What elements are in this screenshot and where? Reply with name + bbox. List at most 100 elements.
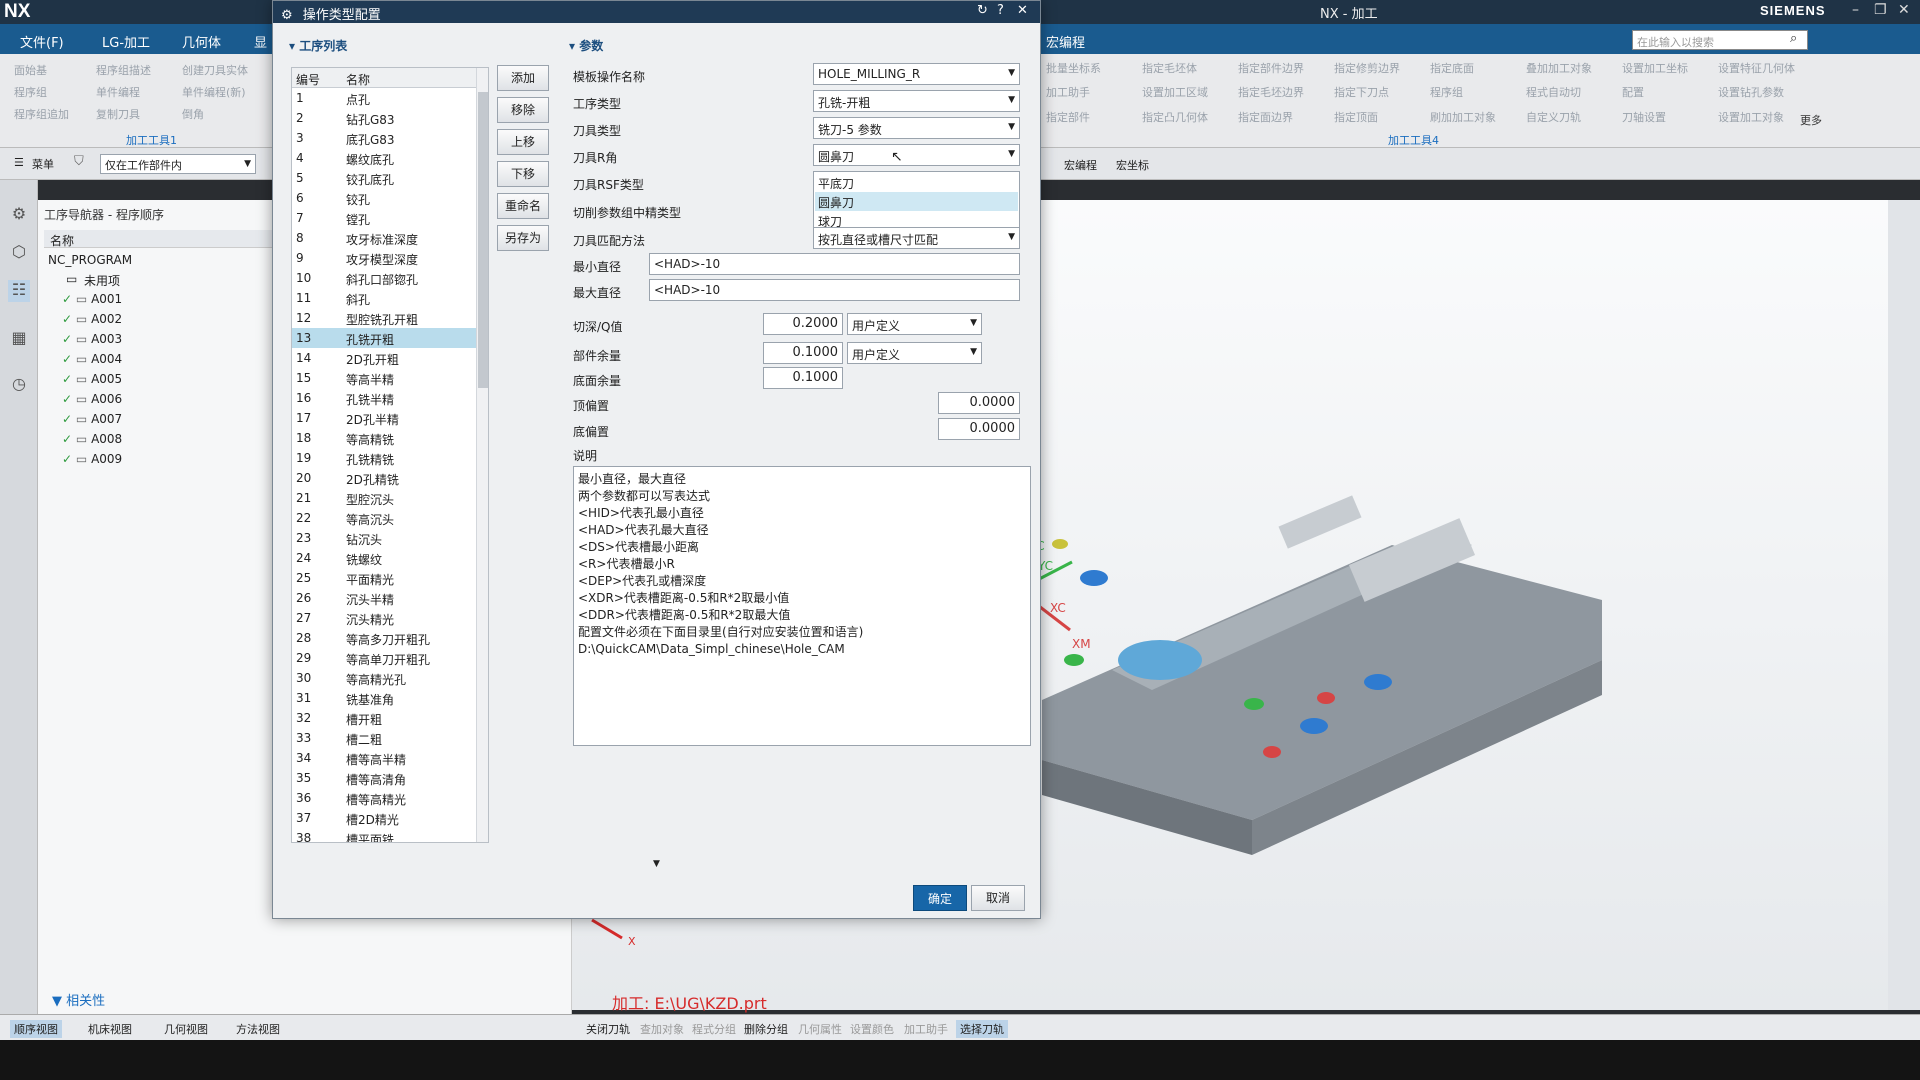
ribbon-item[interactable]: 单件编程(新) [182,84,246,100]
rename-button[interactable]: 重命名 [497,193,549,219]
hamburger-icon[interactable]: ☰ [14,156,24,169]
move-up-button[interactable]: 上移 [497,129,549,155]
program-row[interactable]: ✓ ▭ A005 [62,372,122,392]
search-input[interactable]: 在此输入以搜索 [1632,30,1808,50]
filter-icon[interactable]: ⛉ [74,154,84,169]
minimize-icon[interactable]: – [1852,2,1859,18]
move-down-button[interactable]: 下移 [497,161,549,187]
operation-row[interactable]: 9 攻牙模型深度 [292,248,476,268]
dropdown-option-bullnose[interactable]: 圆鼻刀 [815,192,1018,211]
operation-row[interactable]: 12 型腔铣孔开粗 [292,308,476,328]
menu-macro-programming[interactable]: 宏编程 [1046,32,1085,51]
ribbon-item[interactable]: 批量坐标系 [1046,60,1142,77]
bottom-offset-input[interactable]: 0.0000 [938,418,1020,440]
ribbon-item[interactable]: 指定凸几何体 [1142,109,1238,126]
expand-chevron-icon[interactable]: ▼ [653,859,660,869]
menu-file[interactable]: 文件(F) [20,32,64,51]
order-view-tab[interactable]: 顺序视图 [10,1020,62,1038]
operation-row[interactable]: 17 2D孔半精 [292,408,476,428]
ribbon-item[interactable]: 程序组描述 [96,62,151,78]
cancel-button[interactable]: 取消 [971,885,1025,911]
ribbon-item[interactable]: 创建刀具实体 [182,62,248,78]
operation-row[interactable]: 11 斜孔 [292,288,476,308]
operation-row[interactable]: 30 等高精光孔 [292,668,476,688]
match-method-select[interactable]: 按孔直径或槽尺寸匹配 ▼ [813,227,1020,249]
select-toolpath-button[interactable]: 选择刀轨 [956,1020,1008,1038]
operation-row[interactable]: 34 槽等高半精 [292,748,476,768]
relations-section[interactable]: ▼ 相关性 [52,990,105,1009]
ribbon-item[interactable]: 程式自动切 [1526,84,1622,101]
ribbon-item[interactable]: 加工助手 [1046,84,1142,101]
ribbon-item[interactable]: 指定部件 [1046,109,1142,126]
status-tool[interactable]: 查加对象 [640,1021,684,1037]
operation-row[interactable]: 16 孔铣半精 [292,388,476,408]
max-dia-input[interactable]: <HAD>-10 [649,279,1020,301]
depth-input[interactable]: 0.2000 [763,313,843,335]
op-type-select[interactable]: 孔铣-开粗 ▼ [813,90,1020,112]
status-tool[interactable]: 加工助手 [904,1021,948,1037]
machine-view-tab[interactable]: 机床视图 [88,1021,132,1037]
method-view-tab[interactable]: 方法视图 [236,1021,280,1037]
operation-row[interactable]: 31 铣基准角 [292,688,476,708]
ribbon-item[interactable]: 指定毛坯体 [1142,60,1238,77]
status-tool[interactable]: 几何属性 [798,1021,842,1037]
scroll-thumb[interactable] [478,92,488,388]
remove-button[interactable]: 移除 [497,97,549,123]
ribbon-item[interactable]: 复制刀具 [96,106,140,122]
ribbon-item[interactable]: 自定义刀轨 [1526,109,1622,126]
close-icon[interactable]: ✕ [1017,3,1028,18]
reset-icon[interactable]: ↻ [977,3,988,18]
dropdown-option-flat[interactable]: 平底刀 [815,173,1018,192]
part-navigator-icon[interactable]: ⬡ [8,242,30,264]
operation-row[interactable]: 21 型腔沉头 [292,488,476,508]
col-name[interactable]: 名称 [346,71,370,88]
operation-row[interactable]: 15 等高半精 [292,368,476,388]
operation-row[interactable]: 23 钻沉头 [292,528,476,548]
operation-row[interactable]: 1 点孔 [292,88,476,108]
operation-row[interactable]: 33 槽二粗 [292,728,476,748]
menu-lg-machining[interactable]: LG-加工 [102,32,150,51]
operation-row[interactable]: 24 铣螺纹 [292,548,476,568]
program-row[interactable]: ✓ ▭ A009 [62,452,122,472]
gear-icon[interactable]: ⚙ [8,204,30,226]
more-button[interactable]: 更多 [1800,112,1822,128]
ribbon-item[interactable]: 程序组 [14,84,47,100]
ribbon-item[interactable]: 指定部件边界 [1238,60,1334,77]
geometry-view-tab[interactable]: 几何视图 [164,1021,208,1037]
menu-display[interactable]: 显 [254,32,267,51]
operation-row[interactable]: 13 孔铣开粗 [292,328,476,348]
macro-coordinate-button[interactable]: 宏坐标 [1116,157,1149,173]
ribbon-item[interactable]: 指定毛坯边界 [1238,84,1334,101]
section-toggle-list[interactable]: ▾ 工序列表 [289,37,347,54]
operation-navigator-icon[interactable]: ☷ [8,280,30,302]
ribbon-item[interactable]: 程序组追加 [14,106,69,122]
menu-button[interactable]: 菜单 [32,156,54,172]
search-icon[interactable]: ⌕ [1790,31,1797,46]
help-icon[interactable]: ? [997,3,1004,18]
ribbon-item[interactable]: 设置加工区域 [1142,84,1238,101]
program-root[interactable]: NC_PROGRAM [48,253,132,273]
ribbon-item[interactable]: 指定顶面 [1334,109,1430,126]
top-offset-input[interactable]: 0.0000 [938,392,1020,414]
ok-button[interactable]: 确定 [913,885,967,911]
ribbon-item[interactable]: 设置特征几何体 [1718,60,1814,77]
operation-row[interactable]: 32 槽开粗 [292,708,476,728]
operation-row[interactable]: 28 等高多刀开粗孔 [292,628,476,648]
operation-row[interactable]: 26 沉头半精 [292,588,476,608]
close-toolpath-button[interactable]: 关闭刀轨 [586,1021,630,1037]
status-tool[interactable]: 设置颜色 [850,1021,894,1037]
ribbon-item[interactable]: 指定底面 [1430,60,1526,77]
operation-row[interactable]: 35 槽等高清角 [292,768,476,788]
ribbon-item[interactable]: 倒角 [182,106,204,122]
ribbon-item[interactable]: 程序组 [1430,84,1526,101]
tool-type-select[interactable]: 铣刀-5 参数 ▼ [813,117,1020,139]
macro-programming-button[interactable]: 宏编程 [1064,157,1097,173]
filter-select[interactable]: 仅在工作部件内 ▼ [100,154,256,174]
ribbon-item[interactable]: 配置 [1622,84,1718,101]
ribbon-item[interactable]: 叠加加工对象 [1526,60,1622,77]
delete-group-button[interactable]: 删除分组 [744,1021,788,1037]
operation-row[interactable]: 18 等高精铣 [292,428,476,448]
operation-row[interactable]: 19 孔铣精铣 [292,448,476,468]
operation-row[interactable]: 29 等高单刀开粗孔 [292,648,476,668]
part-stock-mode-select[interactable]: 用户定义 ▼ [847,342,982,364]
